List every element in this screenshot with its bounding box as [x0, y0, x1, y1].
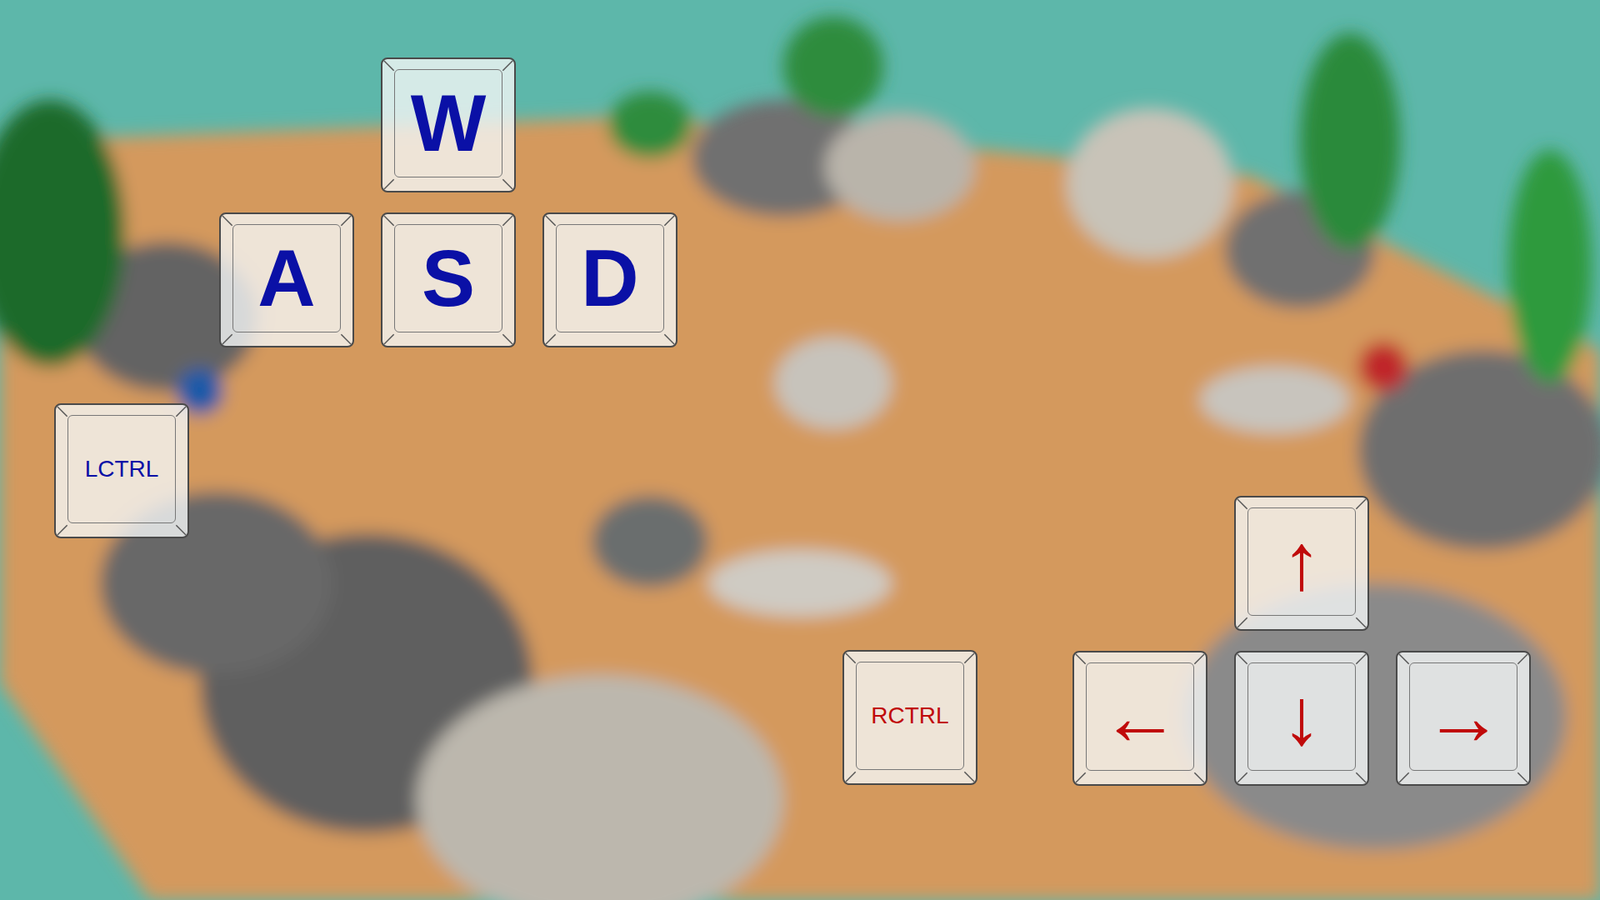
player-one-action-key: LCTRL — [54, 403, 190, 539]
key-label: ← — [1100, 676, 1180, 757]
player-two-action-key: RCTRL — [842, 650, 978, 785]
key-label: → — [1423, 676, 1504, 757]
player-two-movement-keys: ↑ ← ↓ → — [1072, 495, 1531, 786]
player-one-down-key: S — [380, 212, 516, 348]
key-label: D — [580, 238, 639, 319]
key-label: ↑ — [1281, 521, 1322, 602]
player-one-right-key: D — [542, 212, 678, 348]
key-label: RCTRL — [870, 704, 949, 728]
player-one-movement-keys: W A S D — [219, 57, 678, 348]
player-one-left-key: A — [219, 212, 355, 348]
player-two-down-key: ↓ — [1234, 650, 1370, 786]
controls-screen: W A S D LCTRL ↑ ← ↓ → RCTRL — [0, 0, 1600, 900]
player-two-right-key: → — [1395, 650, 1531, 786]
key-label: W — [410, 83, 487, 164]
key-label: A — [257, 238, 315, 319]
key-label: ↓ — [1281, 676, 1322, 757]
player-two-up-key: ↑ — [1234, 495, 1370, 631]
key-label: S — [421, 238, 475, 319]
player-one-up-key: W — [380, 57, 516, 193]
player-two-left-key: ← — [1072, 650, 1208, 786]
key-label: LCTRL — [85, 457, 160, 481]
